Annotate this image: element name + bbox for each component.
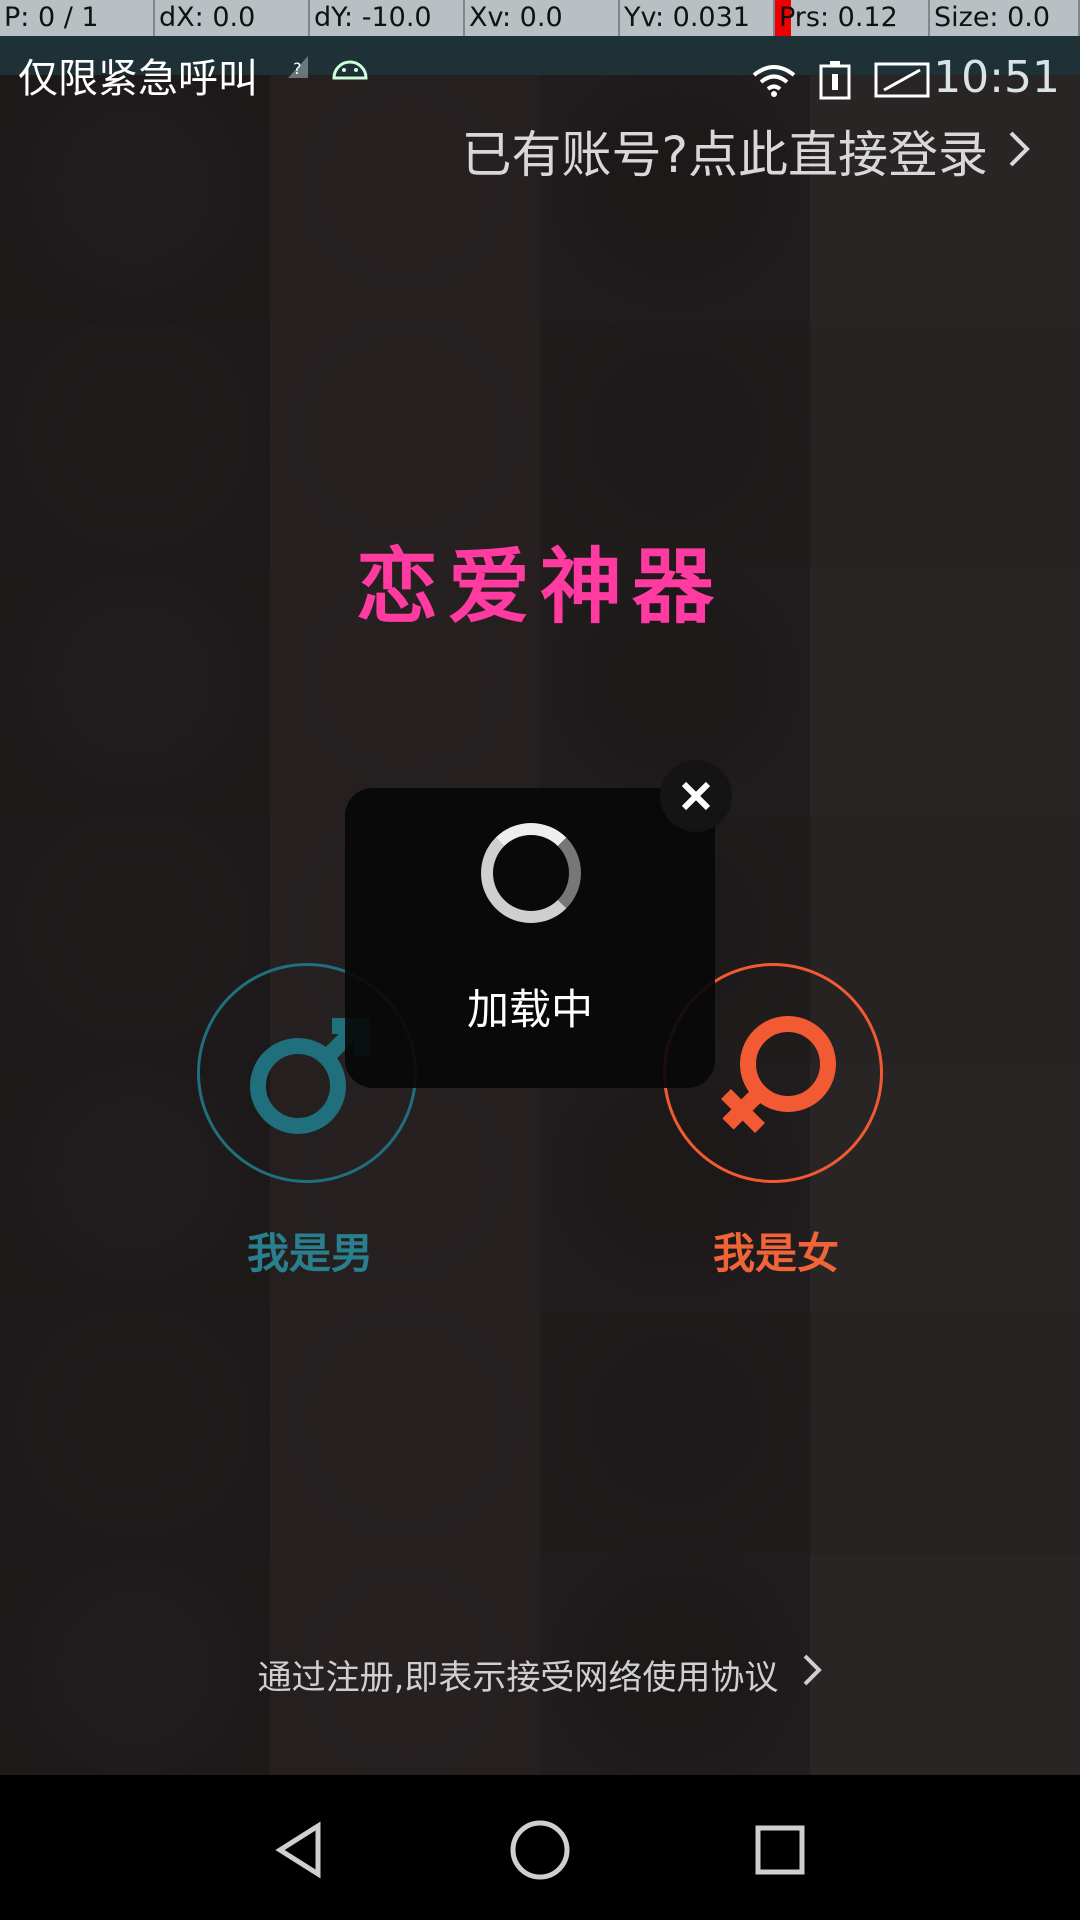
debug-xv: Xv: 0.0 (465, 0, 620, 36)
loading-text: 加载中 (466, 985, 593, 1034)
debug-dy: dY: -10.0 (310, 0, 465, 36)
carrier-status-text: 仅限紧急呼叫 (18, 56, 258, 102)
agreement-text: 通过注册,即表示接受网络使用协议 (257, 1658, 779, 1698)
debug-dx: dX: 0.0 (155, 0, 310, 36)
debug-size: Size: 0.0 (930, 0, 1080, 36)
close-loading-button[interactable] (660, 760, 732, 832)
debug-yv: Yv: 0.031 (620, 0, 775, 36)
loading-spinner-icon (481, 823, 581, 923)
login-link[interactable]: 已有账号?点此直接登录 (461, 115, 1030, 187)
recents-icon (755, 1825, 805, 1875)
back-button[interactable] (260, 1815, 340, 1885)
status-icons (752, 60, 930, 104)
chevron-right-icon (802, 1653, 823, 1696)
recents-button[interactable] (740, 1815, 820, 1885)
loading-dialog: 加载中 (345, 788, 715, 1088)
app-title: 恋爱神器 (355, 540, 724, 635)
back-icon (275, 1821, 321, 1879)
navigation-bar (0, 1775, 1080, 1920)
unknown-sim-icon: ? (285, 52, 311, 84)
male-label[interactable]: 我是男 (190, 1220, 430, 1281)
agreement-link[interactable]: 通过注册,即表示接受网络使用协议 (0, 1650, 1080, 1699)
status-time: 10:51 (933, 52, 1060, 103)
female-label[interactable]: 我是女 (656, 1220, 896, 1281)
debug-pressure: Prs: 0.12 (775, 0, 930, 36)
status-bar: 仅限紧急呼叫 ? 10:51 (0, 36, 1080, 103)
pointer-debug-bar: P: 0 / 1 dX: 0.0 dY: -10.0 Xv: 0.0 Yv: 0… (0, 0, 1080, 36)
android-icon (330, 54, 370, 84)
debug-pointer: P: 0 / 1 (0, 0, 155, 36)
battery-icon (818, 60, 852, 104)
home-icon (510, 1820, 570, 1880)
wifi-icon (752, 63, 796, 101)
chevron-right-icon (1008, 122, 1030, 180)
svg-text:?: ? (293, 59, 302, 78)
screen-mirror-icon (874, 62, 930, 102)
close-icon (681, 781, 711, 811)
login-link-label: 已有账号?点此直接登录 (461, 126, 988, 184)
home-button[interactable] (500, 1815, 580, 1885)
